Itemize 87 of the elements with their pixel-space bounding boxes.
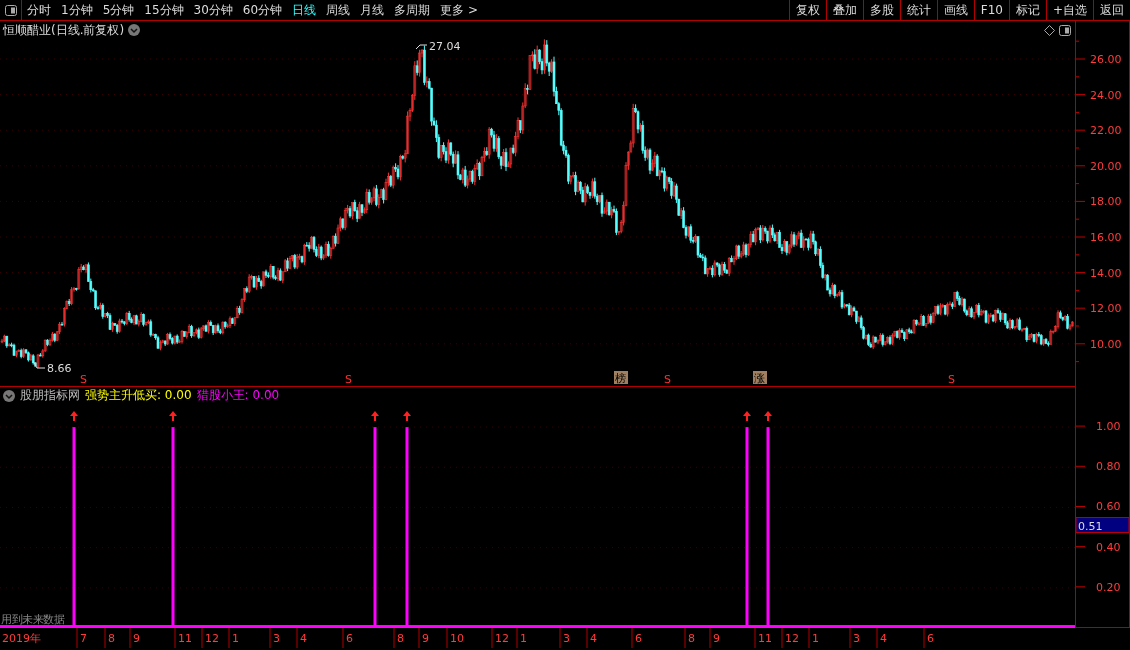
high-price-label: 27.04 bbox=[429, 40, 461, 53]
date-axis-label: 3 bbox=[273, 632, 280, 645]
date-axis-label: 8 bbox=[688, 632, 695, 645]
dropdown-chevron-icon[interactable] bbox=[128, 24, 141, 36]
up-arrow-icon bbox=[403, 411, 411, 422]
axis-tick-label: 26.00 bbox=[1090, 53, 1122, 66]
date-axis-label: 11 bbox=[178, 632, 192, 645]
toolbar-button[interactable]: +自选 bbox=[1045, 0, 1093, 20]
axis-tick-label: 0.80 bbox=[1096, 460, 1121, 474]
date-axis-label: 7 bbox=[80, 632, 87, 645]
date-axis-label: 4 bbox=[880, 632, 887, 645]
warning-note: 用到未来数据 bbox=[1, 612, 64, 627]
signal-marker: S bbox=[948, 373, 955, 386]
date-axis-label: 12 bbox=[785, 632, 799, 645]
period-tab[interactable]: 60分钟 bbox=[237, 0, 288, 20]
low-price-label: 8.66 bbox=[47, 362, 72, 375]
cursor-value-label: 0.51 bbox=[1076, 517, 1129, 534]
date-axis-label: 1 bbox=[812, 632, 819, 645]
indicator-reading: 强势主升低买: 0.00 bbox=[85, 387, 192, 404]
period-tab[interactable]: 5分钟 bbox=[97, 0, 140, 20]
date-axis-label: 6 bbox=[927, 632, 934, 645]
up-arrow-icon bbox=[764, 411, 772, 422]
leader-line bbox=[32, 360, 46, 369]
up-arrow-icon bbox=[169, 411, 177, 422]
period-tab[interactable]: 分时 bbox=[22, 0, 56, 20]
date-axis-label: 4 bbox=[300, 632, 307, 645]
toolbar-button[interactable]: 叠加 bbox=[825, 0, 863, 20]
toolbar-button[interactable]: F10 bbox=[973, 0, 1009, 20]
signal-marker: S bbox=[80, 373, 87, 386]
date-axis-label: 3 bbox=[853, 632, 860, 645]
axis-tick-label: 24.00 bbox=[1090, 88, 1122, 102]
up-arrow-icon bbox=[743, 411, 751, 422]
toolbar-button[interactable]: 画线 bbox=[936, 0, 974, 20]
diamond-icon[interactable] bbox=[1044, 24, 1055, 36]
indicator-source-label: 股朋指标网 bbox=[20, 387, 80, 404]
panel-layout-icon bbox=[4, 4, 17, 16]
date-axis-label: 8 bbox=[108, 632, 115, 645]
axis-tick-label: 14.00 bbox=[1090, 266, 1122, 280]
date-axis-label: 4 bbox=[590, 632, 597, 645]
date-axis-label: 1 bbox=[520, 632, 527, 645]
period-tab[interactable]: 更多 > bbox=[435, 0, 483, 20]
chart-title: 恒顺醋业(日线.前复权) bbox=[3, 21, 125, 39]
period-tab[interactable]: 15分钟 bbox=[139, 0, 189, 20]
period-tab[interactable]: 日线 bbox=[287, 0, 322, 20]
axis-tick-label: 0.60 bbox=[1096, 500, 1121, 514]
date-axis-label: 11 bbox=[758, 632, 772, 645]
date-axis-label: 1 bbox=[232, 632, 239, 645]
axis-tick-label: 22.00 bbox=[1090, 124, 1122, 138]
date-axis-label: 9 bbox=[133, 632, 140, 645]
date-axis-label: 2019年 bbox=[2, 632, 41, 645]
date-axis-label: 6 bbox=[635, 632, 642, 645]
axis-tick-label: 12.00 bbox=[1090, 302, 1122, 316]
period-tab[interactable]: 30分钟 bbox=[188, 0, 238, 20]
toolbar-button[interactable]: 多股 bbox=[862, 0, 900, 20]
axis-tick-label: 0.20 bbox=[1096, 580, 1121, 594]
axis-tick-label: 1.00 bbox=[1096, 420, 1121, 434]
date-axis-label: 10 bbox=[450, 632, 464, 645]
date-axis-label: 12 bbox=[495, 632, 509, 645]
axis-tick-label: 20.00 bbox=[1090, 159, 1122, 173]
axis-tick-label: 16.00 bbox=[1090, 231, 1122, 244]
up-arrow-icon bbox=[371, 411, 379, 422]
panel-layout-icon[interactable] bbox=[1059, 24, 1071, 36]
toolbar-button[interactable]: 复权 bbox=[788, 0, 826, 20]
date-axis-label: 8 bbox=[397, 632, 404, 645]
period-tab[interactable]: 1分钟 bbox=[56, 0, 98, 20]
up-arrow-icon bbox=[70, 411, 78, 422]
event-tag: 涨 bbox=[753, 371, 767, 385]
date-axis-label: 3 bbox=[563, 632, 570, 645]
dropdown-chevron-icon[interactable] bbox=[3, 389, 15, 402]
toolbar-button[interactable]: 统计 bbox=[899, 0, 937, 20]
toolbar-button[interactable]: 返回 bbox=[1093, 0, 1130, 20]
date-axis-label: 6 bbox=[346, 632, 353, 645]
date-axis-label: 9 bbox=[713, 632, 720, 645]
leader-line bbox=[415, 44, 428, 50]
date-axis-label: 12 bbox=[205, 632, 219, 645]
axis-tick-label: 18.00 bbox=[1090, 195, 1122, 209]
period-tab[interactable]: 多周期 bbox=[389, 0, 436, 20]
period-tab[interactable]: 周线 bbox=[321, 0, 356, 20]
axis-tick-label: 10.00 bbox=[1090, 337, 1122, 351]
signal-marker: S bbox=[664, 373, 671, 386]
date-axis-label: 9 bbox=[422, 632, 429, 645]
signal-marker: S bbox=[345, 373, 352, 386]
toolbar-button[interactable]: 标记 bbox=[1008, 0, 1046, 20]
axis-tick-label: 0.40 bbox=[1096, 540, 1121, 554]
event-tag: 榜 bbox=[614, 371, 628, 385]
period-tab[interactable]: 月线 bbox=[355, 0, 390, 20]
indicator-reading: 猎股小王: 0.00 bbox=[196, 387, 280, 404]
